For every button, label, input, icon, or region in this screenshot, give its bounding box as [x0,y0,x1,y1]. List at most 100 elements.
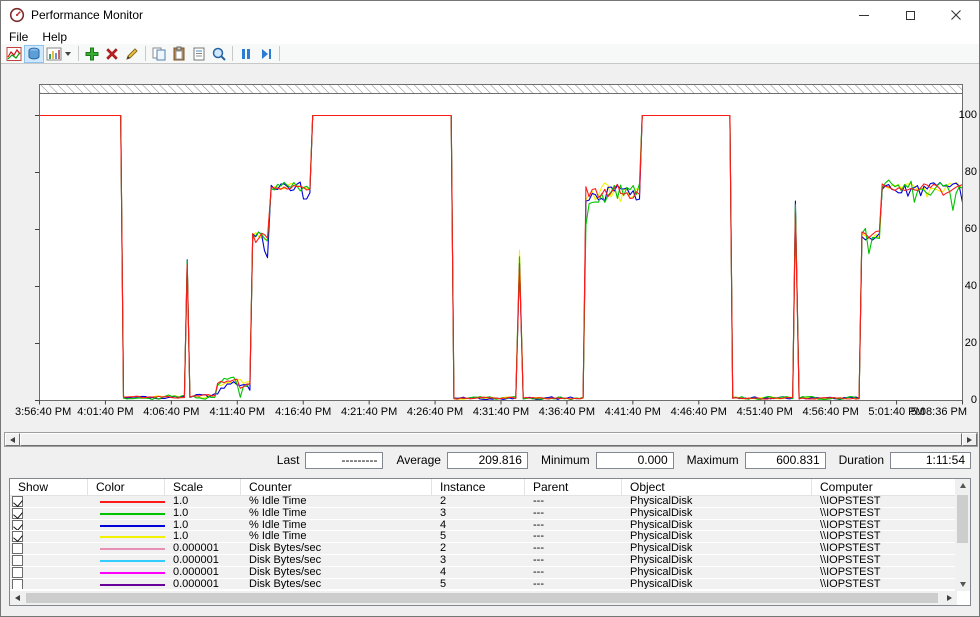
scroll-left-button[interactable] [10,591,25,605]
update-data-icon[interactable] [256,45,276,63]
computer-cell: \\IOPSTEST [812,579,955,590]
x-axis-label: 5:08:36 PM [887,406,967,418]
color-cell [88,567,165,578]
legend-vscroll-thumb[interactable] [957,495,968,543]
object-cell: PhysicalDisk [622,496,812,507]
maximize-button[interactable] [887,1,933,29]
menu-file[interactable]: File [3,30,34,44]
counter-legend: ShowColorScaleCounterInstanceParentObjec… [9,478,971,606]
freeze-display-icon[interactable] [236,45,256,63]
minimize-icon [859,15,869,16]
legend-rows: 1.0% Idle Time2---PhysicalDisk\\IOPSTEST… [10,496,955,590]
legend-row[interactable]: 0.000001Disk Bytes/sec2---PhysicalDisk\\… [10,543,955,555]
y-axis-label: 40 [945,280,977,292]
add-counter-icon[interactable] [82,45,102,63]
counter-cell: % Idle Time [241,520,432,531]
toolbar-separator [78,46,79,61]
legend-row[interactable]: 1.0% Idle Time4---PhysicalDisk\\IOPSTEST [10,520,955,532]
show-cell [10,520,88,531]
computer-cell: \\IOPSTEST [812,531,955,542]
y-axis-label: 60 [945,223,977,235]
show-cell [10,555,88,566]
show-checkbox[interactable] [12,496,23,507]
legend-row[interactable]: 0.000001Disk Bytes/sec3---PhysicalDisk\\… [10,555,955,567]
highlight-pencil-icon[interactable] [122,45,142,63]
perfmon-app-icon [9,7,25,23]
show-checkbox[interactable] [12,531,23,542]
parent-cell: --- [525,543,622,554]
instance-cell: 3 [432,555,525,566]
y-axis-label: 100 [945,109,977,121]
legend-column-header-counter[interactable]: Counter [241,479,432,495]
view-log-data-icon[interactable] [24,45,44,63]
computer-cell: \\IOPSTEST [812,520,955,531]
stat-label-maximum: Maximum [687,453,739,467]
legend-row[interactable]: 1.0% Idle Time5---PhysicalDisk\\IOPSTEST [10,531,955,543]
parent-cell: --- [525,508,622,519]
legend-row[interactable]: 0.000001Disk Bytes/sec4---PhysicalDisk\\… [10,567,955,579]
minimize-button[interactable] [841,1,887,29]
legend-column-header-show[interactable]: Show [10,479,88,495]
show-checkbox[interactable] [12,579,23,590]
show-checkbox[interactable] [12,508,23,519]
properties-icon[interactable] [189,45,209,63]
show-cell [10,579,88,590]
parent-cell: --- [525,531,622,542]
color-cell [88,508,165,519]
title-bar: Performance Monitor [1,1,979,29]
legend-hscroll-thumb[interactable] [26,593,938,603]
color-swatch [100,572,165,574]
show-checkbox[interactable] [12,555,23,566]
arrow-up-icon [960,483,966,488]
performance-chart [31,84,967,410]
zoom-icon[interactable] [209,45,229,63]
stat-label-minimum: Minimum [541,453,590,467]
scroll-right-button[interactable] [962,433,977,446]
scale-cell: 1.0 [165,520,241,531]
legend-vertical-scrollbar[interactable] [955,479,970,591]
legend-column-header-computer[interactable]: Computer [812,479,955,495]
paste-counter-list-icon[interactable] [169,45,189,63]
scale-cell: 1.0 [165,496,241,507]
legend-horizontal-scrollbar[interactable] [10,591,957,605]
legend-row[interactable]: 0.000001Disk Bytes/sec5---PhysicalDisk\\… [10,579,955,591]
legend-column-header-object[interactable]: Object [622,479,812,495]
menu-help[interactable]: Help [36,30,73,44]
scroll-up-button[interactable] [955,479,970,492]
color-swatch [100,548,165,550]
chart-scrollbar-thumb[interactable] [20,433,962,446]
delete-counter-icon[interactable] [102,45,122,63]
counter-cell: Disk Bytes/sec [241,555,432,566]
counter-cell: Disk Bytes/sec [241,567,432,578]
legend-column-header-instance[interactable]: Instance [432,479,525,495]
arrow-left-icon [15,595,20,601]
parent-cell: --- [525,567,622,578]
stat-value-maximum: 600.831 [745,452,826,469]
copy-properties-icon[interactable] [149,45,169,63]
view-current-activity-icon[interactable] [4,45,24,63]
legend-row[interactable]: 1.0% Idle Time3---PhysicalDisk\\IOPSTEST [10,508,955,520]
legend-row[interactable]: 1.0% Idle Time2---PhysicalDisk\\IOPSTEST [10,496,955,508]
object-cell: PhysicalDisk [622,543,812,554]
chart-scrollbar[interactable] [4,432,978,447]
chevron-down-icon[interactable] [65,52,71,56]
scroll-left-button[interactable] [5,433,20,446]
scroll-right-button[interactable] [942,591,957,605]
close-button[interactable] [933,1,979,29]
show-checkbox[interactable] [12,520,23,531]
legend-column-header-color[interactable]: Color [88,479,165,495]
arrow-down-icon [960,582,966,587]
scroll-down-button[interactable] [955,578,970,591]
show-checkbox[interactable] [12,567,23,578]
show-checkbox[interactable] [12,543,23,554]
close-icon [951,10,961,20]
counter-cell: Disk Bytes/sec [241,543,432,554]
legend-column-header-parent[interactable]: Parent [525,479,622,495]
change-graph-type-icon[interactable] [44,45,64,63]
object-cell: PhysicalDisk [622,508,812,519]
toolbar-separator [232,46,233,61]
instance-cell: 4 [432,520,525,531]
legend-column-header-scale[interactable]: Scale [165,479,241,495]
arrow-right-icon [967,437,972,443]
stats-bar: Last --------- Average 209.816 Minimum 0… [1,451,971,469]
